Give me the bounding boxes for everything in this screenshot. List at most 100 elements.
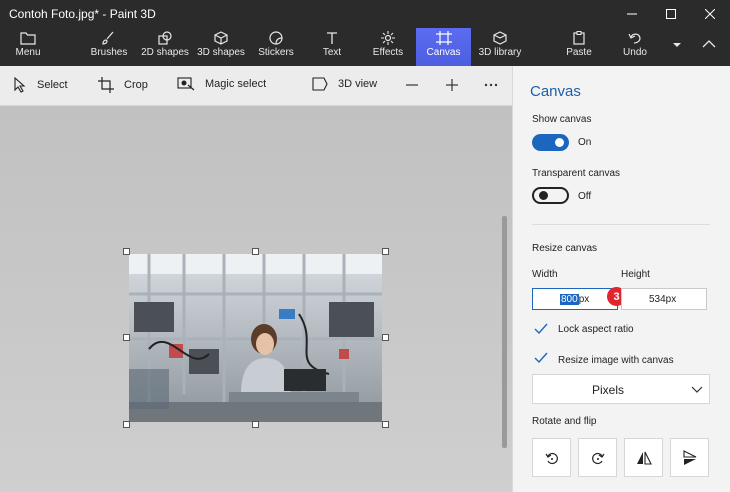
maximize-button[interactable] [652,0,690,28]
resize-handle-bottom[interactable] [252,421,259,428]
resize-handle-right[interactable] [382,334,389,341]
resize-handle-left[interactable] [123,334,130,341]
width-value: 800 [560,293,579,305]
resize-handle-top-right[interactable] [382,248,389,255]
rotate-right-button[interactable] [578,438,617,477]
flip-vertical-button[interactable] [670,438,709,477]
canvas-icon [435,31,452,45]
resize-handle-bottom-right[interactable] [382,421,389,428]
brushes-tab[interactable]: Brushes [86,28,132,66]
menu-label: Menu [15,47,41,58]
paste-icon [573,31,585,45]
magic-select-label: Magic select [205,78,267,90]
brush-icon [102,31,114,45]
text-tab[interactable]: Text [314,28,350,66]
toggle-knob [539,191,548,200]
close-button[interactable] [691,0,729,28]
shapes-2d-label: 2D shapes [141,47,189,58]
stickers-tab[interactable]: Stickers [254,28,298,66]
divider [532,224,710,225]
units-dropdown[interactable]: Pixels [532,374,710,404]
undo-label: Undo [623,47,647,58]
vertical-scrollbar[interactable] [502,216,507,448]
crop-icon [98,77,114,93]
chevron-down-icon [673,43,681,47]
magic-select-icon [177,77,195,91]
cursor-icon [14,77,26,93]
canvas-tab[interactable]: Canvas [416,28,471,66]
paste-button[interactable]: Paste [560,28,598,66]
width-input[interactable]: 800 px [532,288,618,310]
view-3d-label: 3D view [338,78,378,90]
toggle-knob [555,138,564,147]
checkmark-icon[interactable] [534,323,548,335]
select-label: Select [37,79,68,91]
paste-label: Paste [566,47,592,58]
folder-icon [20,32,36,45]
transparent-canvas-state: Off [578,191,592,202]
close-icon [705,9,715,19]
rotate-left-button[interactable] [532,438,571,477]
menu-button[interactable]: Menu [6,28,50,66]
resize-handle-bottom-left[interactable] [123,421,130,428]
width-unit: px [578,293,590,305]
shapes-3d-label: 3D shapes [197,47,245,58]
flip-horizontal-button[interactable] [624,438,663,477]
transparent-canvas-toggle[interactable] [532,187,569,204]
crop-label: Crop [124,79,148,91]
resize-handle-top[interactable] [252,248,259,255]
plus-icon [446,79,458,91]
flip-horizontal-icon [636,451,652,465]
library-3d-label: 3D library [478,47,522,58]
transparent-canvas-label: Transparent canvas [532,168,621,179]
zoom-in-button[interactable] [445,78,469,92]
resize-canvas-label: Resize canvas [532,243,598,254]
rotate-flip-label: Rotate and flip [532,416,597,427]
minus-icon [406,84,418,86]
lock-aspect-label: Lock aspect ratio [558,324,634,335]
undo-button[interactable]: Undo [616,28,654,66]
more-options-button[interactable] [668,28,686,66]
photo-lab-scene [129,254,382,422]
chevron-down-icon [691,386,703,393]
crop-tool[interactable]: Crop [98,77,148,93]
show-canvas-label: Show canvas [532,114,592,125]
rotate-left-icon [545,452,558,464]
more-button[interactable] [484,78,508,92]
height-value: 534px [649,293,677,305]
rotate-right-icon [591,452,604,464]
units-value: Pixels [591,383,624,397]
canvas-toolbar: Select Crop Magic select 3D view [0,66,512,106]
shapes-3d-tab[interactable]: 3D shapes [194,28,248,66]
text-icon [327,32,337,44]
brushes-label: Brushes [90,47,128,58]
sticker-icon [269,31,283,45]
chevron-up-icon [702,40,716,48]
checkmark-icon[interactable] [534,352,548,364]
text-label: Text [322,47,342,58]
magic-select-tool[interactable]: Magic select [177,77,266,91]
collapse-ribbon-button[interactable] [696,28,722,66]
show-canvas-toggle[interactable] [532,134,569,151]
height-input[interactable]: 534px [621,288,707,310]
minimize-icon [627,13,637,15]
effects-icon [381,31,395,45]
canvas-panel: Canvas Show canvas On Transparent canvas… [512,66,730,492]
minimize-button[interactable] [613,0,651,28]
flip-vertical-icon [682,449,696,465]
canvas-workspace[interactable] [0,106,512,492]
resize-handle-top-left[interactable] [123,248,130,255]
stickers-label: Stickers [258,47,294,58]
effects-tab[interactable]: Effects [368,28,408,66]
zoom-out-button[interactable] [405,78,429,92]
select-tool[interactable]: Select [13,77,68,93]
view-3d-button[interactable]: 3D view [312,77,377,91]
canvas-image[interactable] [129,254,382,422]
view-3d-icon [312,77,328,91]
shapes-2d-tab[interactable]: 2D shapes [138,28,192,66]
ellipsis-icon [484,83,498,87]
ribbon: Menu Brushes 2D shapes 3D shapes Sticker… [0,28,730,66]
undo-icon [628,33,641,44]
shapes-2d-icon [158,31,172,45]
library-3d-tab[interactable]: 3D library [474,28,526,66]
